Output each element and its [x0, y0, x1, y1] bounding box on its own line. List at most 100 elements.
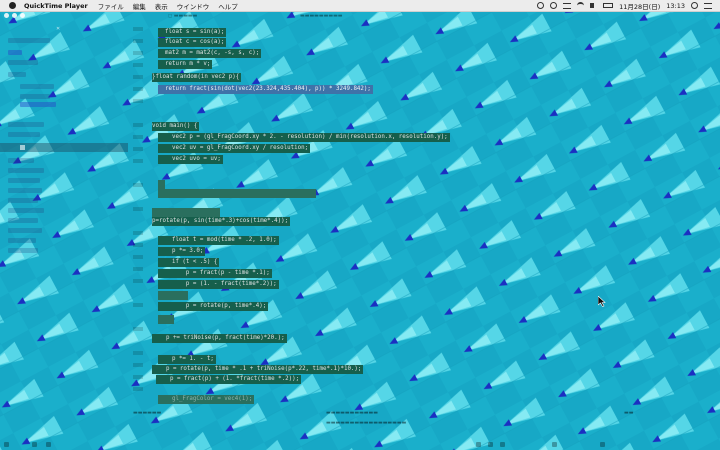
- sidebar-item[interactable]: [8, 188, 42, 193]
- sidebar-item[interactable]: [8, 198, 38, 203]
- code-line: mat2 m = mat2(c, -s, s, c);: [158, 49, 262, 58]
- line-number: [133, 303, 143, 307]
- status-icon[interactable]: [4, 442, 9, 447]
- code-line: p = rotate(p, time * .1 + triNoise(p*.22…: [152, 365, 364, 374]
- line-number: [133, 135, 143, 139]
- apple-menu-icon[interactable]: [9, 2, 16, 9]
- line-number: [133, 351, 143, 355]
- code-comment-redacted: [158, 291, 188, 300]
- code-line: [158, 180, 165, 189]
- status-icon[interactable]: [600, 442, 605, 447]
- line-number: [133, 375, 143, 379]
- sidebar-item[interactable]: [20, 84, 54, 89]
- sidebar-item[interactable]: [8, 228, 42, 233]
- time-machine-icon[interactable]: [550, 2, 558, 9]
- menu-app-name[interactable]: QuickTime Player: [24, 2, 88, 10]
- wifi-icon[interactable]: [577, 2, 585, 9]
- line-number: [133, 267, 143, 271]
- code-line: float c = cos(a);: [158, 38, 227, 47]
- code-comment-redacted: [158, 189, 316, 198]
- editor-tab[interactable]: ◻ ▬▬▬▬▬: [168, 13, 197, 19]
- code-comment-redacted: [158, 315, 174, 324]
- sidebar-item-selected[interactable]: [0, 143, 128, 152]
- sidebar-item[interactable]: [8, 168, 44, 173]
- console-label: ▬▬▬▬▬▬: [133, 410, 162, 416]
- code-line: float s = sin(a);: [158, 28, 227, 37]
- close-window-icon[interactable]: [4, 13, 9, 18]
- status-area: 11月28日(日) 13:13: [537, 1, 720, 11]
- menubar-date[interactable]: 11月28日(日): [619, 1, 660, 11]
- sidebar-item[interactable]: [8, 178, 40, 183]
- line-number: [133, 231, 143, 235]
- line-number: [133, 159, 143, 163]
- line-number: [133, 87, 143, 91]
- code-line: p = fract(p - time *.1);: [158, 269, 272, 278]
- sidebar-item[interactable]: [8, 218, 38, 223]
- status-icon[interactable]: [488, 442, 493, 447]
- code-line: vec2 uv = gl_FragCoord.xy / resolution;: [158, 144, 311, 153]
- sidebar-item[interactable]: [8, 238, 36, 243]
- code-line: gl_FragColor = vec4(1);: [158, 395, 255, 404]
- code-line: vec2 uvo = uv;: [158, 155, 223, 164]
- sidebar-item[interactable]: [8, 122, 44, 127]
- sidebar-item[interactable]: [20, 102, 56, 107]
- menu-help[interactable]: ヘルプ: [218, 1, 238, 11]
- sidebar-close-icon[interactable]: ✕: [56, 26, 60, 32]
- code-line: p += triNoise(p, fract(time)*20.);: [152, 334, 287, 343]
- status-bar: [0, 441, 720, 450]
- battery-icon[interactable]: [603, 3, 614, 8]
- window-controls: [4, 13, 25, 18]
- line-number: [133, 147, 143, 151]
- volume-icon[interactable]: [590, 3, 597, 8]
- console-label: ▬▬▬▬▬▬▬▬▬▬▬▬▬▬▬▬▬: [326, 420, 407, 426]
- video-frame: ◻ ▬▬▬▬▬ ▬▬▬▬▬▬▬▬▬ ✕ float s = sin(a); fl…: [0, 12, 720, 450]
- recording-icon[interactable]: [537, 2, 545, 9]
- sidebar-item[interactable]: [8, 158, 34, 163]
- status-icon[interactable]: [32, 442, 37, 447]
- line-number: [133, 39, 143, 43]
- menu-window[interactable]: ウインドウ: [177, 1, 210, 11]
- line-number: [133, 243, 143, 247]
- spotlight-icon[interactable]: [691, 2, 698, 9]
- status-icon[interactable]: [500, 442, 505, 447]
- code-line: p *= 3.0;: [158, 247, 206, 256]
- minimize-window-icon[interactable]: [12, 13, 17, 18]
- menu-extras-icon[interactable]: [563, 2, 572, 9]
- status-icon[interactable]: [46, 442, 51, 447]
- sidebar-item[interactable]: [8, 132, 40, 137]
- sidebar-item[interactable]: [8, 60, 38, 65]
- sidebar-item[interactable]: [8, 248, 38, 253]
- line-number: [133, 75, 143, 79]
- code-line: return m * v;: [158, 60, 213, 69]
- line-number: [133, 99, 143, 103]
- line-number: [133, 255, 143, 259]
- code-comment-redacted: [152, 208, 220, 217]
- line-number: [133, 363, 143, 367]
- console-label: ▬▬▬▬▬▬▬▬▬▬▬: [326, 410, 378, 416]
- code-line: p = rotate(p, time*.4);: [158, 302, 269, 311]
- menu-view[interactable]: 表示: [155, 1, 168, 11]
- sidebar-item[interactable]: [8, 38, 50, 43]
- code-line: p = fract(p) + (1. *fract(time *.2));: [156, 375, 302, 384]
- notification-center-icon[interactable]: [704, 2, 712, 9]
- sidebar-item[interactable]: [8, 72, 26, 77]
- file-icon: [20, 145, 25, 150]
- status-icon[interactable]: [476, 442, 481, 447]
- console-label: ▬▬: [624, 410, 634, 416]
- sidebar-item[interactable]: [20, 94, 50, 99]
- sidebar-item[interactable]: [8, 208, 44, 213]
- code-line: void main() {: [152, 122, 200, 131]
- line-number: [133, 207, 143, 211]
- editor-tab-2[interactable]: ▬▬▬▬▬▬▬▬▬: [300, 13, 343, 19]
- menu-edit[interactable]: 編集: [133, 1, 146, 11]
- menubar-time[interactable]: 13:13: [666, 2, 685, 10]
- code-line: float t = mod(time * .2, 1.0);: [158, 236, 279, 245]
- line-number: [133, 51, 143, 55]
- status-icon[interactable]: [552, 442, 557, 447]
- line-number: [133, 387, 143, 391]
- sidebar-item[interactable]: [8, 50, 22, 55]
- zoom-window-icon[interactable]: [20, 13, 25, 18]
- menu-file[interactable]: ファイル: [98, 1, 124, 11]
- code-line: vec2 p = (gl_FragCoord.xy * 2. - resolut…: [158, 133, 450, 142]
- line-number: [133, 27, 143, 31]
